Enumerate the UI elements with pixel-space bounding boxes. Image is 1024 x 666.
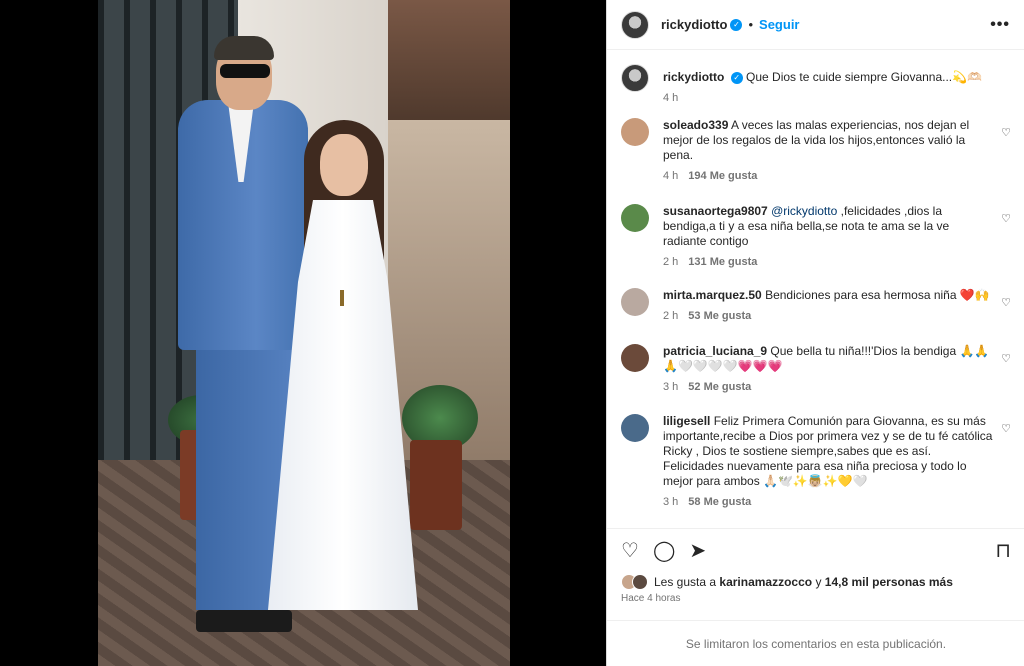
verified-badge-icon: ✓	[730, 71, 743, 84]
likes-prefix: Les gusta a	[654, 575, 717, 589]
comment-item: liligesell Feliz Primera Comunión para G…	[621, 414, 1021, 510]
comment-username[interactable]: liligesell	[663, 414, 710, 428]
likes-middle: y	[815, 575, 822, 589]
comment-username[interactable]: soleado339	[663, 118, 728, 132]
likes-count[interactable]: 14,8 mil personas más	[825, 575, 953, 589]
author-username[interactable]: rickydiotto	[661, 17, 727, 32]
comment-likes[interactable]: 194 Me gusta	[688, 170, 757, 182]
post-photo[interactable]	[98, 0, 510, 666]
liker-avatar[interactable]	[632, 574, 648, 590]
author-avatar[interactable]	[621, 10, 649, 39]
comment-like-icon[interactable]: ♡	[1001, 422, 1011, 435]
comment-icon[interactable]: ◯	[653, 541, 675, 561]
comment-item: mirta.marquez.50 Bendiciones para esa he…	[621, 288, 1021, 324]
comment-text: Bendiciones para esa hermosa niña ❤️🙌	[765, 288, 990, 302]
commenter-avatar[interactable]	[621, 118, 649, 146]
verified-badge-icon: ✓	[730, 18, 743, 31]
comment-like-icon[interactable]: ♡	[1001, 126, 1011, 139]
comment-username[interactable]: susanaortega9807	[663, 204, 768, 218]
post-actions-bar: ♡ ◯ ➤ ⊓	[607, 528, 1024, 572]
comment-text: Feliz Primera Comunión para Giovanna, es…	[663, 414, 993, 488]
comment-time: 4 h	[663, 170, 679, 182]
commenter-avatar[interactable]	[621, 414, 649, 442]
caption-text: Que Dios te cuide siempre Giovanna...💫🫶🏻	[746, 70, 983, 84]
liker-username[interactable]: karinamazzocco	[719, 575, 812, 589]
commenter-avatar[interactable]	[621, 288, 649, 316]
follow-button[interactable]: Seguir	[759, 17, 799, 32]
comment-likes[interactable]: 52 Me gusta	[688, 381, 751, 393]
instagram-post-viewer: rickydiotto ✓ • Seguir ••• rickydiotto ✓…	[0, 0, 1024, 666]
comment-time: 2 h	[663, 256, 679, 268]
comment-item: patricia_luciana_9 Que bella tu niña!!!'…	[621, 344, 1021, 395]
save-icon[interactable]: ⊓	[995, 541, 1011, 561]
comment-time: 3 h	[663, 496, 679, 508]
caption: rickydiotto ✓ Que Dios te cuide siempre …	[621, 64, 1021, 106]
comment-item: susanaortega9807 @rickydiotto ,felicidad…	[621, 204, 1021, 270]
caption-time: 4 h	[663, 92, 679, 104]
caption-username[interactable]: rickydiotto	[663, 70, 724, 84]
like-icon[interactable]: ♡	[621, 541, 639, 561]
separator-dot: •	[748, 17, 754, 32]
post-side-panel: rickydiotto ✓ • Seguir ••• rickydiotto ✓…	[606, 0, 1024, 666]
comment-username[interactable]: patricia_luciana_9	[663, 344, 767, 358]
comment-item: soleado339 A veces las malas experiencia…	[621, 118, 1021, 184]
more-options-icon[interactable]: •••	[990, 16, 1010, 34]
commenter-avatar[interactable]	[621, 344, 649, 372]
commenter-avatar[interactable]	[621, 204, 649, 232]
caption-avatar[interactable]	[621, 64, 649, 92]
post-time[interactable]: Hace 4 horas	[621, 593, 680, 604]
comment-like-icon[interactable]: ♡	[1001, 352, 1011, 365]
comment-likes[interactable]: 53 Me gusta	[688, 310, 751, 322]
post-header: rickydiotto ✓ • Seguir •••	[607, 0, 1024, 50]
comment-username[interactable]: mirta.marquez.50	[663, 288, 762, 302]
comment-likes[interactable]: 58 Me gusta	[688, 496, 751, 508]
comments-limited-notice: Se limitaron los comentarios en esta pub…	[607, 620, 1024, 666]
comment-like-icon[interactable]: ♡	[1001, 296, 1011, 309]
comment-time: 2 h	[663, 310, 679, 322]
comments-list[interactable]: rickydiotto ✓ Que Dios te cuide siempre …	[607, 50, 1024, 528]
share-icon[interactable]: ➤	[689, 541, 706, 561]
comment-mention[interactable]: @rickydiotto	[771, 204, 837, 218]
comment-time: 3 h	[663, 381, 679, 393]
likes-summary: Les gusta a karinamazzocco y 14,8 mil pe…	[621, 574, 953, 590]
comment-like-icon[interactable]: ♡	[1001, 212, 1011, 225]
comment-likes[interactable]: 131 Me gusta	[688, 256, 757, 268]
photo-girl	[268, 120, 418, 620]
